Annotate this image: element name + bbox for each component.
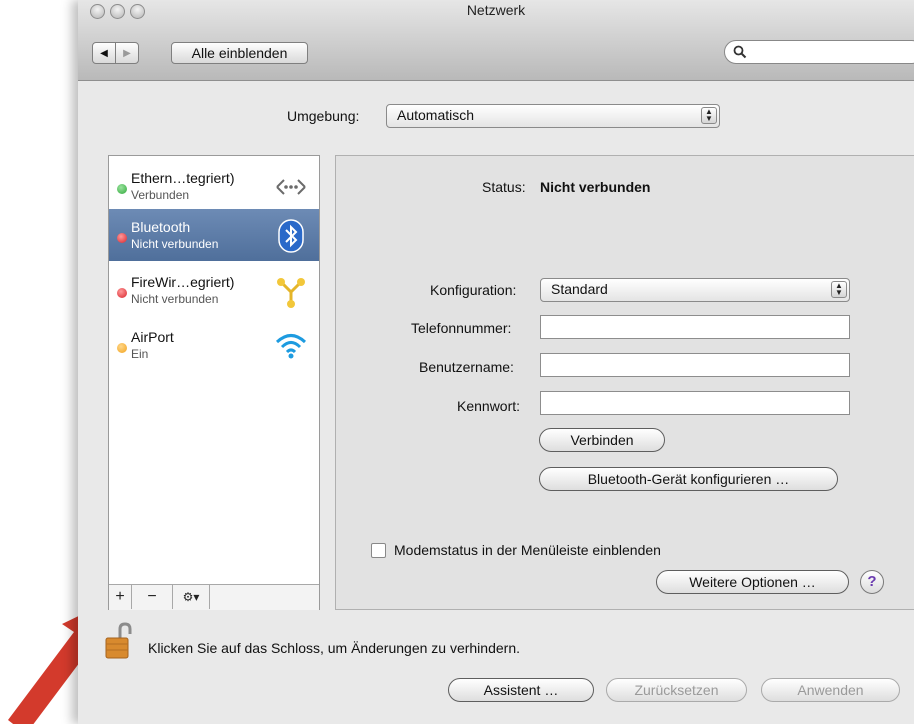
username-field[interactable] (540, 353, 850, 377)
status-value: Nicht verbunden (540, 179, 651, 195)
popup-arrows-icon: ▲ ▼ (701, 107, 717, 124)
modem-status-label: Modemstatus in der Menüleiste einblenden (394, 542, 661, 558)
location-popup[interactable]: Automatisch ▲ ▼ (386, 104, 720, 128)
search-icon (733, 45, 747, 59)
configuration-popup[interactable]: Standard ▲ ▼ (540, 278, 850, 302)
lock-message: Klicken Sie auf das Schloss, um Änderung… (148, 640, 520, 656)
assistant-button[interactable]: Assistent … (448, 678, 594, 702)
status-dot (117, 184, 127, 194)
airport-icon (275, 334, 307, 359)
status-dot (117, 343, 127, 353)
show-all-button[interactable]: Alle einblenden (171, 42, 308, 64)
connect-button[interactable]: Verbinden (539, 428, 665, 452)
service-status: Ein (131, 347, 149, 361)
apply-button[interactable]: Anwenden (761, 678, 900, 702)
service-name: AirPort (131, 329, 174, 345)
window-title: Netzwerk (466, 2, 526, 18)
revert-button[interactable]: Zurücksetzen (606, 678, 747, 702)
service-list-toolbar: + − ⚙▾ (109, 584, 319, 610)
firewire-icon (277, 278, 305, 308)
help-button[interactable]: ? (860, 570, 884, 594)
service-item-bluetooth[interactable]: Bluetooth Nicht verbunden (109, 209, 319, 261)
configuration-value: Standard (551, 281, 608, 297)
phone-label: Telefonnummer: (411, 320, 512, 336)
service-name: FireWir…egriert) (131, 274, 235, 290)
location-label: Umgebung: (287, 108, 360, 124)
service-name: Bluetooth (131, 219, 191, 235)
back-button[interactable]: ◀ (92, 42, 116, 64)
configure-bluetooth-button[interactable]: Bluetooth-Gerät konfigurieren … (539, 467, 838, 491)
modem-status-checkbox[interactable] (371, 543, 386, 558)
service-name: Ethern…tegriert) (131, 170, 235, 186)
password-label: Kennwort: (457, 398, 521, 414)
bluetooth-icon (278, 219, 304, 253)
service-item-firewire[interactable]: FireWir…egriert) Nicht verbunden (109, 264, 319, 316)
network-preferences-window: Netzwerk ◀ ▶ Alle einblenden Umgebung: A… (78, 0, 914, 724)
configuration-label: Konfiguration: (430, 282, 517, 298)
action-menu-button[interactable]: ⚙▾ (173, 585, 210, 609)
status-dot (117, 233, 127, 243)
remove-service-button[interactable]: − (132, 585, 173, 609)
password-field[interactable] (540, 391, 850, 415)
forward-button[interactable]: ▶ (115, 42, 139, 64)
service-item-airport[interactable]: AirPort Ein (109, 319, 319, 371)
service-status: Nicht verbunden (131, 237, 219, 251)
more-options-button[interactable]: Weitere Optionen … (656, 570, 849, 594)
service-list: Ethern…tegriert) Verbunden Bluetooth Nic… (108, 155, 320, 610)
service-status: Nicht verbunden (131, 292, 219, 306)
search-field[interactable] (724, 40, 914, 64)
add-service-button[interactable]: + (109, 585, 132, 609)
service-item-ethernet[interactable]: Ethern…tegriert) Verbunden (109, 160, 319, 212)
phone-field[interactable] (540, 315, 850, 339)
location-value: Automatisch (397, 107, 475, 123)
username-label: Benutzername: (419, 359, 514, 375)
ethernet-icon (276, 179, 306, 195)
lock-icon[interactable] (104, 622, 134, 660)
status-dot (117, 288, 127, 298)
popup-arrows-icon: ▲ ▼ (831, 281, 847, 298)
service-status: Verbunden (131, 188, 190, 202)
title-bar: Netzwerk ◀ ▶ Alle einblenden (78, 0, 914, 81)
status-label: Status: (482, 179, 526, 195)
